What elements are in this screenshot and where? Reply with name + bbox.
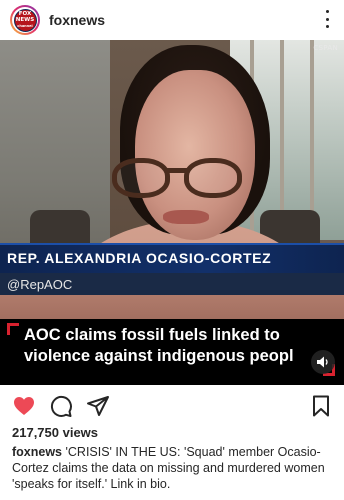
- post-header: FOX NEWS channel foxnews: [0, 0, 344, 40]
- username[interactable]: foxnews: [49, 12, 105, 28]
- more-options-icon[interactable]: [324, 10, 330, 28]
- glasses: [112, 158, 252, 198]
- cspan-watermark: CSPAN: [313, 44, 338, 52]
- action-bar: [0, 385, 344, 425]
- lower-third-nameplate: REP. ALEXANDRIA OCASIO-CORTEZ @RepAOC: [0, 243, 344, 295]
- bookmark-icon[interactable]: [309, 394, 333, 418]
- post-caption: foxnews 'CRISIS' IN THE US: 'Squad' memb…: [12, 444, 337, 492]
- bracket-top-left: [7, 323, 19, 335]
- volume-icon[interactable]: [311, 350, 335, 374]
- headline-text: AOC claims fossil fuels linked to violen…: [24, 326, 294, 365]
- avatar[interactable]: FOX NEWS channel: [10, 5, 40, 35]
- share-icon[interactable]: [86, 394, 110, 418]
- nameplate-handle: @RepAOC: [7, 277, 73, 292]
- fox-news-logo: FOX NEWS channel: [13, 8, 37, 32]
- comment-icon[interactable]: [49, 394, 73, 418]
- caption-username[interactable]: foxnews: [12, 445, 62, 459]
- nameplate-name: REP. ALEXANDRIA OCASIO-CORTEZ: [7, 250, 272, 266]
- heart-icon[interactable]: [12, 394, 36, 418]
- view-count[interactable]: 217,750 views: [12, 425, 98, 440]
